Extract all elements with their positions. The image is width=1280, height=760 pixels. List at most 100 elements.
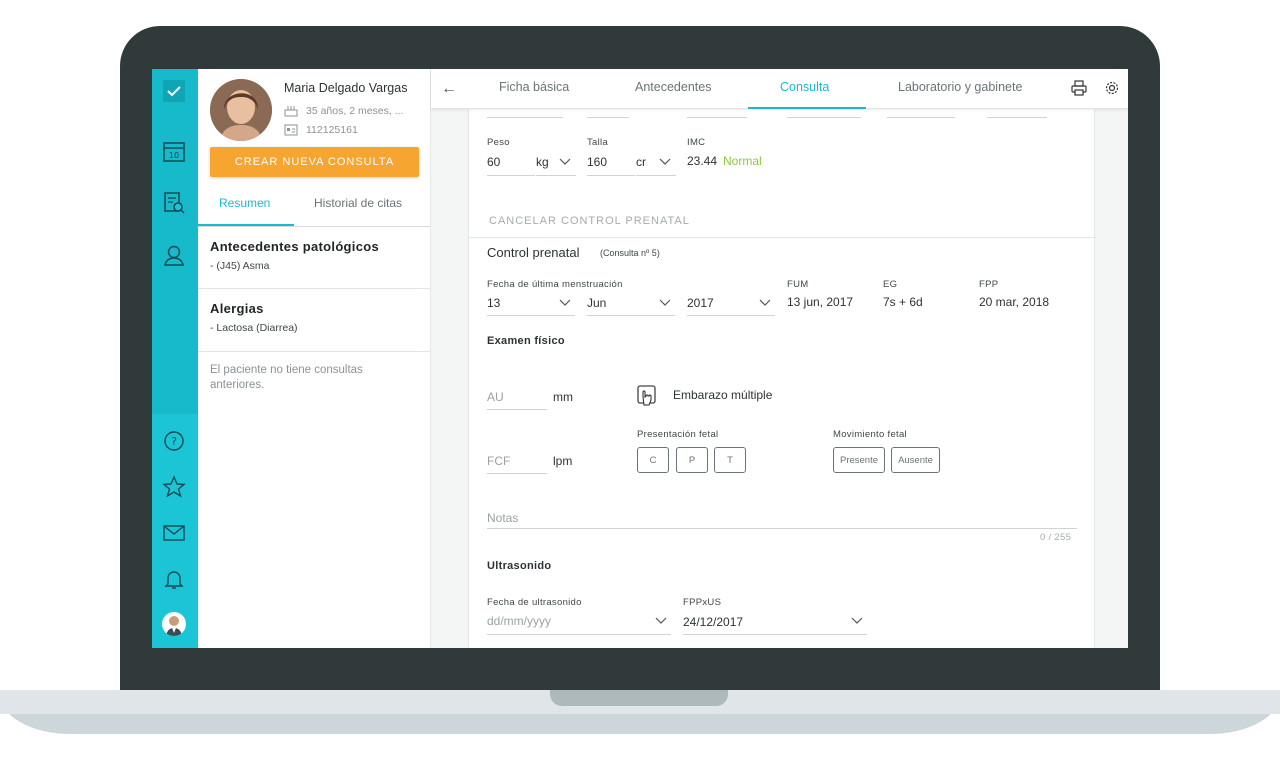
- movement-option[interactable]: Ausente: [891, 447, 940, 473]
- talla-unit-underline: [636, 175, 676, 176]
- month-select[interactable]: Jun: [587, 296, 606, 310]
- eg-value: 7s + 6d: [883, 295, 923, 309]
- scrolled-field-line: [987, 117, 1047, 118]
- tab-resumen[interactable]: Resumen: [219, 196, 270, 210]
- patient-age: 35 años, 2 meses, ...: [306, 105, 404, 117]
- no-history-text: El paciente no tiene consultas anteriore…: [210, 364, 363, 391]
- fum-full-label: Fecha de última menstruación: [487, 279, 623, 290]
- patient-panel: Maria Delgado Vargas 35 años, 2 meses, .…: [198, 69, 431, 648]
- svg-text:10: 10: [169, 151, 179, 160]
- au-input[interactable]: AU: [487, 390, 504, 404]
- fcf-input[interactable]: FCF: [487, 454, 510, 468]
- chevron-down-icon[interactable]: [851, 617, 863, 625]
- id-card-icon: [284, 124, 298, 136]
- ultrasound-title: Ultrasonido: [487, 560, 552, 572]
- patient-age-row: 35 años, 2 meses, ...: [284, 105, 403, 117]
- presentation-option[interactable]: P: [676, 447, 708, 473]
- talla-underline: [587, 175, 635, 176]
- talla-value[interactable]: 160: [587, 155, 607, 169]
- presentation-option[interactable]: T: [714, 447, 746, 473]
- help-icon[interactable]: ?: [162, 429, 186, 453]
- peso-underline: [487, 175, 535, 176]
- tab-historial[interactable]: Historial de citas: [314, 196, 402, 210]
- fppxus-underline: [683, 634, 867, 635]
- scrolled-field-line: [787, 117, 861, 118]
- notes-input[interactable]: Notas: [487, 511, 518, 525]
- top-bar: ← Ficha básica Antecedentes Consulta Lab…: [431, 69, 1128, 109]
- fum-label: FUM: [787, 279, 809, 290]
- chevron-down-icon[interactable]: [559, 299, 571, 307]
- patient-id-row: 112125161: [284, 124, 358, 136]
- scrolled-field-line: [487, 117, 563, 118]
- divider: [469, 237, 1096, 238]
- us-date-input[interactable]: dd/mm/yyyy: [487, 614, 551, 628]
- chevron-down-icon[interactable]: [655, 617, 667, 625]
- presentation-option[interactable]: C: [637, 447, 669, 473]
- control-title: Control prenatal: [487, 245, 580, 260]
- mail-icon[interactable]: [162, 521, 186, 545]
- print-icon[interactable]: [1071, 80, 1087, 96]
- peso-label: Peso: [487, 137, 510, 148]
- patient-id: 112125161: [306, 124, 358, 136]
- peso-unit-underline: [536, 175, 576, 176]
- star-icon[interactable]: [162, 475, 186, 499]
- tab-laboratorio[interactable]: Laboratorio y gabinete: [898, 80, 1022, 94]
- bell-icon[interactable]: [162, 567, 186, 591]
- consult-card: Peso 60 kg Talla 160 cr IMC 23.44 Normal…: [468, 109, 1096, 648]
- movement-option[interactable]: Presente: [833, 447, 885, 473]
- fppxus-value[interactable]: 24/12/2017: [683, 615, 743, 629]
- fppxus-label: FPPxUS: [683, 597, 722, 608]
- tab-consulta[interactable]: Consulta: [780, 80, 829, 94]
- chevron-down-icon[interactable]: [659, 299, 671, 307]
- exam-title: Examen físico: [487, 335, 565, 347]
- records-search-icon[interactable]: [162, 191, 186, 215]
- control-subtitle: (Consulta nº 5): [600, 248, 660, 258]
- year-underline: [687, 315, 775, 316]
- multiple-pregnancy-label: Embarazo múltiple: [673, 388, 773, 402]
- allergies-section: Alergias - Lactosa (Diarrea): [198, 289, 430, 352]
- patient-tabs: Resumen Historial de citas: [198, 185, 430, 227]
- user-avatar[interactable]: [162, 612, 186, 636]
- scrolled-field-line: [887, 117, 955, 118]
- tab-indicator: [198, 224, 294, 226]
- back-arrow-icon[interactable]: ←: [441, 80, 457, 98]
- us-date-underline: [487, 634, 671, 635]
- day-select[interactable]: 13: [487, 296, 500, 310]
- chevron-down-icon[interactable]: [759, 299, 771, 307]
- fcf-underline: [487, 473, 547, 474]
- chevron-down-icon[interactable]: [559, 158, 571, 166]
- fpp-value: 20 mar, 2018: [979, 295, 1050, 309]
- eg-label: EG: [883, 279, 898, 290]
- peso-value[interactable]: 60: [487, 155, 500, 169]
- nav-rail: 10 ?: [152, 69, 198, 648]
- chevron-down-icon[interactable]: [659, 158, 671, 166]
- new-consult-button[interactable]: CREAR NUEVA CONSULTA: [210, 147, 419, 177]
- multiple-pregnancy-checkbox[interactable]: [637, 385, 657, 409]
- au-underline: [487, 409, 547, 410]
- section-value: - (J45) Asma: [210, 260, 270, 272]
- imc-label: IMC: [687, 137, 706, 148]
- us-date-label: Fecha de ultrasonido: [487, 597, 582, 608]
- gear-icon[interactable]: [1104, 80, 1120, 96]
- year-select[interactable]: 2017: [687, 296, 714, 310]
- nav-rail-top: [152, 69, 198, 414]
- tab-ficha-basica[interactable]: Ficha básica: [499, 80, 569, 94]
- patient-photo: [210, 79, 272, 141]
- section-title: Antecedentes patológicos: [210, 239, 380, 254]
- fcf-unit: lpm: [553, 454, 573, 468]
- talla-unit-select[interactable]: cr: [636, 155, 646, 169]
- cancel-prenatal-link[interactable]: CANCELAR CONTROL PRENATAL: [489, 215, 690, 227]
- tab-indicator: [748, 107, 866, 109]
- svg-text:?: ?: [171, 435, 177, 448]
- talla-label: Talla: [587, 137, 609, 148]
- app-logo-icon[interactable]: [162, 79, 186, 103]
- antecedents-section: Antecedentes patológicos - (J45) Asma: [198, 227, 430, 289]
- notes-counter: 0 / 255: [1040, 532, 1072, 543]
- patient-icon[interactable]: [162, 243, 186, 267]
- imc-status: Normal: [723, 154, 762, 168]
- tab-antecedentes[interactable]: Antecedentes: [635, 80, 711, 94]
- calendar-icon[interactable]: 10: [162, 139, 186, 163]
- peso-unit-select[interactable]: kg: [536, 155, 549, 169]
- birthday-cake-icon: [284, 106, 298, 117]
- fpp-label: FPP: [979, 279, 999, 290]
